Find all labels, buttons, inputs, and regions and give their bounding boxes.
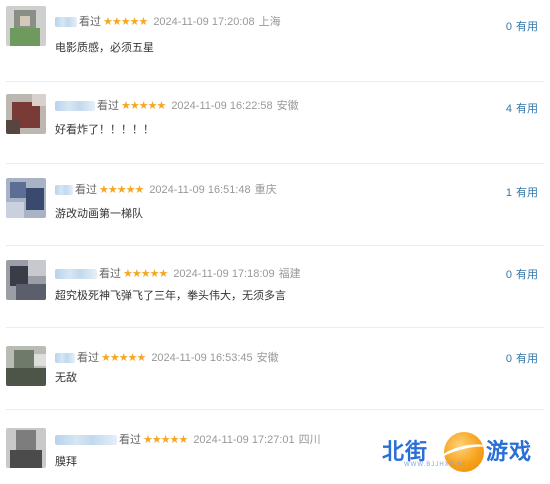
watched-label: 看过 [77,352,99,364]
review-header: 看过 ★★★★★ 2024-11-09 16:22:58 安徽 [55,98,299,114]
username[interactable] [55,353,75,363]
rating-stars: ★★★★★ [99,184,144,196]
useful-votes[interactable]: 0 有用 [506,18,538,34]
review-time: 2024-11-09 17:27:01 [193,434,295,446]
votes-count: 1 [505,187,512,199]
votes-count: 0 [505,353,512,365]
watched-label: 看过 [99,268,121,280]
useful-link[interactable]: 有用 [516,187,538,199]
review-item: 看过 ★★★★★ 2024-11-09 16:51:48 重庆 游改动画第一梯队… [0,164,550,246]
watermark-text-right: 游戏 [486,439,533,464]
review-text: 游改动画第一梯队 [55,208,143,220]
review-time: 2024-11-09 17:18:09 [173,268,275,280]
review-header: 看过 ★★★★★ 2024-11-09 16:53:45 安徽 [55,350,279,366]
review-text: 超究极死神飞弹飞了三年，拳头伟大，无须多言 [55,290,286,302]
review-location: 安徽 [276,100,299,112]
useful-votes[interactable]: 1 有用 [506,184,538,200]
avatar[interactable] [6,178,46,218]
useful-link[interactable]: 有用 [516,21,538,33]
review-location: 重庆 [254,184,277,196]
useful-link[interactable]: 有用 [516,103,538,115]
votes-count: 0 [505,21,512,33]
votes-count: 0 [505,269,512,281]
avatar[interactable] [6,260,46,300]
review-text: 膜拜 [55,456,77,468]
useful-votes[interactable]: 0 有用 [506,266,538,282]
avatar[interactable] [6,6,46,46]
useful-link[interactable]: 有用 [516,269,538,281]
review-time: 2024-11-09 16:53:45 [151,352,253,364]
username[interactable] [55,185,73,195]
review-item: 看过 ★★★★★ 2024-11-09 17:20:08 上海 电影质感，必须五… [0,0,550,82]
rating-stars: ★★★★★ [101,352,146,364]
review-location: 上海 [258,16,281,28]
review-item: 看过 ★★★★★ 2024-11-09 17:18:09 福建 超究极死神飞弹飞… [0,246,550,328]
review-time: 2024-11-09 16:51:48 [149,184,251,196]
username[interactable] [55,435,117,445]
review-header: 看过 ★★★★★ 2024-11-09 17:27:01 四川 [55,432,321,448]
review-location: 四川 [298,434,321,446]
avatar[interactable] [6,346,46,386]
votes-count: 4 [505,103,512,115]
rating-stars: ★★★★★ [103,16,148,28]
username[interactable] [55,17,77,27]
review-text: 好看炸了！！！！！ [55,124,154,136]
review-text: 电影质感，必须五星 [55,42,154,54]
username[interactable] [55,101,95,111]
rating-stars: ★★★★★ [121,100,166,112]
review-text: 无敌 [55,372,77,384]
review-location: 安徽 [256,352,279,364]
rating-stars: ★★★★★ [143,434,188,446]
useful-link[interactable]: 有用 [516,353,538,365]
watched-label: 看过 [97,100,119,112]
review-header: 看过 ★★★★★ 2024-11-09 16:51:48 重庆 [55,182,277,198]
watermark-url: WWW.BJJHXS.NET [404,462,473,468]
rating-stars: ★★★★★ [123,268,168,280]
review-item: 看过 ★★★★★ 2024-11-09 16:22:58 安徽 好看炸了！！！！… [0,82,550,164]
review-header: 看过 ★★★★★ 2024-11-09 17:18:09 福建 [55,266,301,282]
watermark-logo: 北街 游戏 WWW.BJJHXS.NET [382,432,542,480]
watched-label: 看过 [119,434,141,446]
username[interactable] [55,269,97,279]
watched-label: 看过 [79,16,101,28]
useful-votes[interactable]: 4 有用 [506,100,538,116]
avatar[interactable] [6,428,46,468]
review-header: 看过 ★★★★★ 2024-11-09 17:20:08 上海 [55,14,281,30]
useful-votes[interactable]: 0 有用 [506,350,538,366]
watched-label: 看过 [75,184,97,196]
review-time: 2024-11-09 17:20:08 [153,16,255,28]
avatar[interactable] [6,94,46,134]
review-time: 2024-11-09 16:22:58 [171,100,273,112]
review-location: 福建 [278,268,301,280]
review-item: 看过 ★★★★★ 2024-11-09 16:53:45 安徽 无敌 0 有用 [0,328,550,410]
